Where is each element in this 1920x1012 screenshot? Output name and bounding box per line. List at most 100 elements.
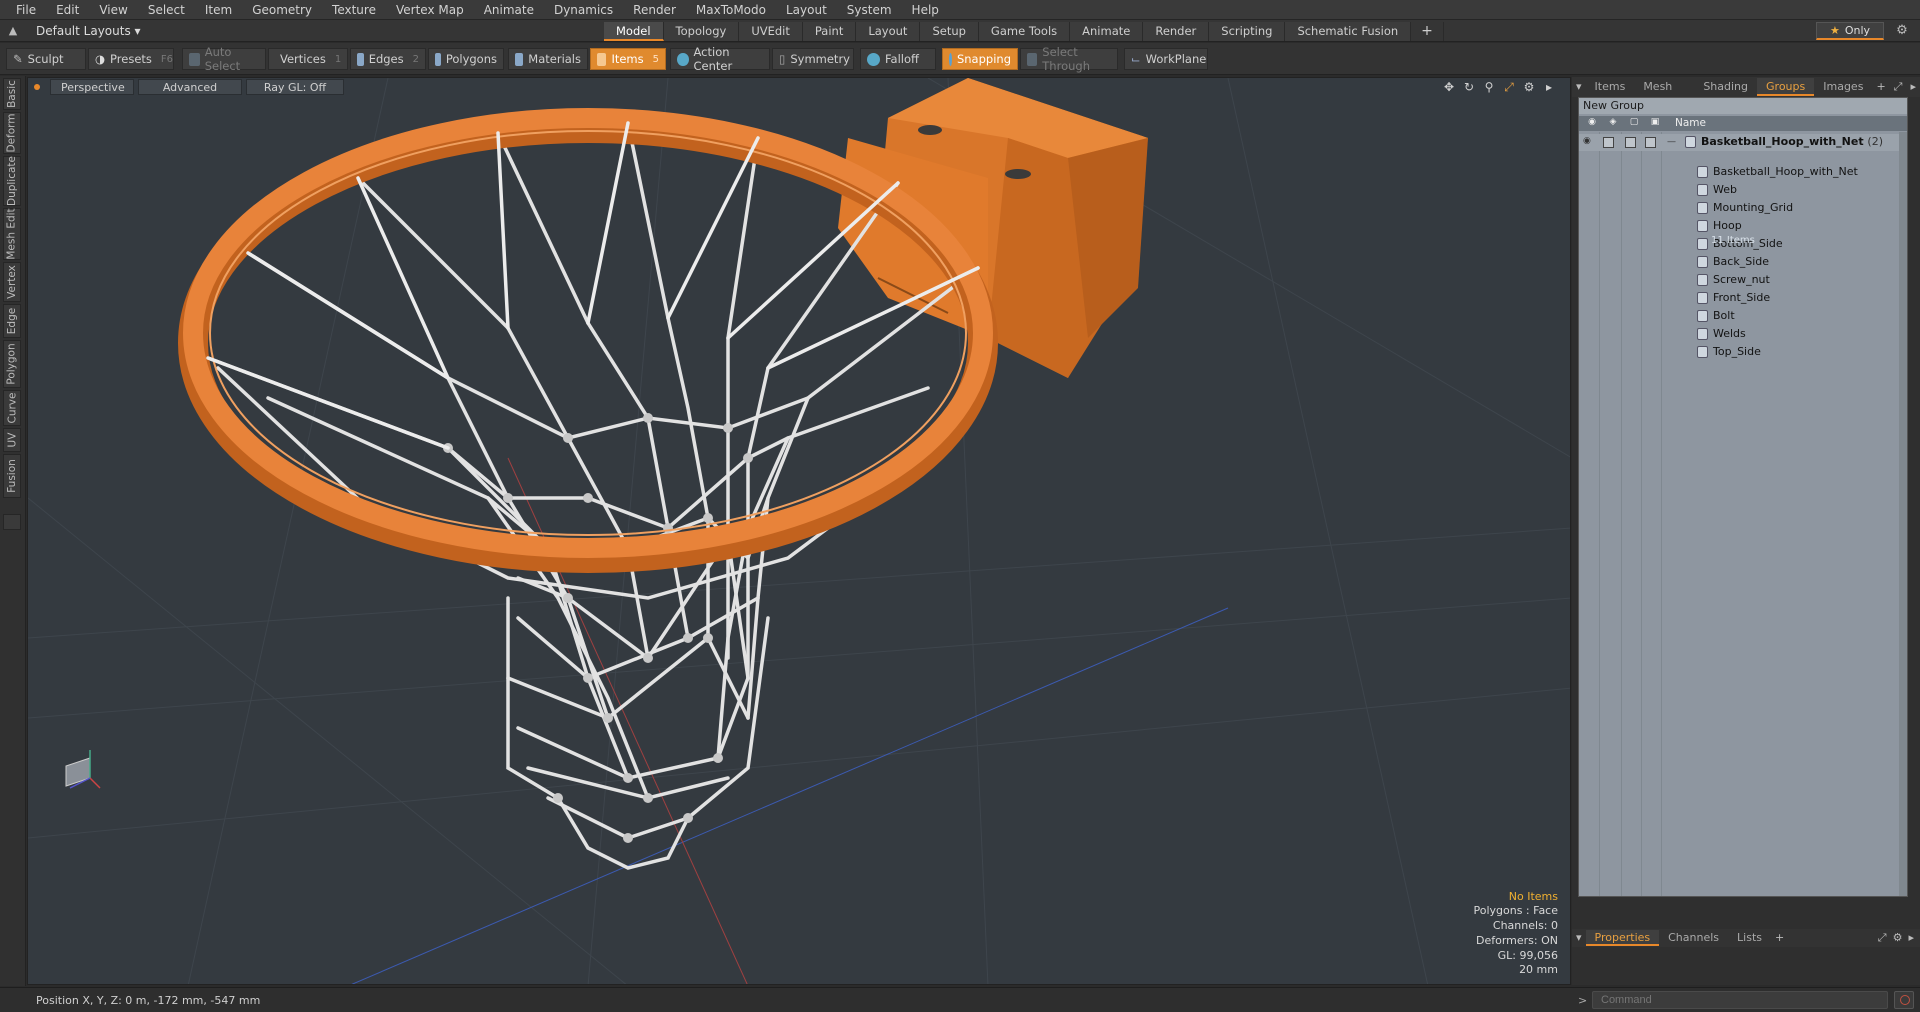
menu-edit[interactable]: Edit: [46, 0, 89, 20]
select-col-icon[interactable]: ▣: [1647, 117, 1663, 130]
menu-geometry[interactable]: Geometry: [242, 0, 322, 20]
bottom-arrow-icon[interactable]: ▸: [1908, 931, 1914, 945]
layout-tab-paint[interactable]: Paint: [802, 22, 857, 41]
materials-button[interactable]: Materials: [508, 48, 588, 70]
tree-item-top-side[interactable]: Top_Side: [1579, 344, 1907, 361]
viewport-menu-dot-icon[interactable]: [34, 84, 40, 90]
layout-tab-setup[interactable]: Setup: [920, 22, 979, 41]
layout-tab-animate[interactable]: Animate: [1070, 22, 1144, 41]
visibility-col-icon[interactable]: ◉: [1584, 117, 1600, 130]
bottom-add-tab[interactable]: +: [1771, 930, 1788, 946]
falloff-button[interactable]: Falloff: [860, 48, 936, 70]
tool-tab-extra[interactable]: [3, 514, 21, 530]
shading-mode-button[interactable]: Advanced: [138, 79, 242, 95]
layout-tab-game-tools[interactable]: Game Tools: [978, 22, 1071, 41]
menu-dynamics[interactable]: Dynamics: [544, 0, 623, 20]
sculpt-button[interactable]: ✎ Sculpt: [6, 48, 86, 70]
snapping-button[interactable]: Snapping: [942, 48, 1018, 70]
viewport-settings-icon[interactable]: ⚙: [1522, 80, 1536, 94]
menu-file[interactable]: File: [6, 0, 46, 20]
bottom-panel-menu-icon[interactable]: ▾: [1572, 930, 1586, 946]
bottom-tab-lists[interactable]: Lists: [1728, 930, 1771, 946]
panel-tab-mesh[interactable]: Mesh ...: [1634, 78, 1694, 111]
items-button[interactable]: Items 5: [590, 48, 666, 70]
tree-item-front-side[interactable]: Front_Side: [1579, 290, 1907, 307]
tree-scrollbar[interactable]: [1899, 132, 1907, 896]
bottom-settings-icon[interactable]: ⚙: [1893, 931, 1903, 945]
edges-button[interactable]: Edges 2: [350, 48, 426, 70]
tool-tab-uv[interactable]: UV: [3, 428, 21, 452]
panel-expand-icon[interactable]: ⤢: [1890, 78, 1907, 96]
panel-tab-items[interactable]: Items: [1586, 78, 1635, 96]
tool-tab-vertex[interactable]: Vertex: [3, 262, 21, 302]
menu-animate[interactable]: Animate: [474, 0, 544, 20]
layout-tab-uvedit[interactable]: UVEdit: [739, 22, 803, 41]
tree-item-basketball-hoop-with-net[interactable]: Basketball_Hoop_with_Net: [1579, 164, 1907, 181]
vertices-button[interactable]: Vertices 1: [268, 48, 348, 70]
panel-arrow-icon[interactable]: ▸: [1906, 78, 1920, 96]
tool-tab-polygon[interactable]: Polygon: [3, 340, 21, 388]
add-tab-icon[interactable]: +: [1872, 78, 1889, 96]
bottom-tab-channels[interactable]: Channels: [1659, 930, 1728, 946]
rotate-icon[interactable]: ↻: [1462, 80, 1476, 94]
menu-render[interactable]: Render: [623, 0, 686, 20]
pan-icon[interactable]: ✥: [1442, 80, 1456, 94]
layout-home-icon[interactable]: ▲: [4, 22, 22, 40]
command-history-icon[interactable]: [1894, 991, 1914, 1009]
tree-item-hoop[interactable]: Hoop: [1579, 218, 1907, 235]
menu-select[interactable]: Select: [138, 0, 195, 20]
tree-item-bolt[interactable]: Bolt: [1579, 308, 1907, 325]
settings-gear-icon[interactable]: ⚙: [1894, 23, 1910, 39]
maximize-icon[interactable]: ⤢: [1502, 80, 1516, 94]
menu-view[interactable]: View: [89, 0, 137, 20]
tool-tab-mesh-edit[interactable]: Mesh Edit: [3, 208, 21, 260]
layout-tab-layout[interactable]: Layout: [856, 22, 921, 41]
tree-root-row[interactable]: ◉ — Basketball_Hoop_with_Net (2): [1579, 134, 1907, 151]
visibility-eye-icon[interactable]: ◉: [1583, 136, 1595, 146]
new-group-button[interactable]: New Group: [1579, 98, 1907, 114]
panel-tab-shading[interactable]: Shading: [1694, 78, 1757, 96]
auto-select-button[interactable]: Auto Select: [182, 45, 266, 73]
panel-tab-images[interactable]: Images: [1814, 78, 1872, 96]
layout-tab-topology[interactable]: Topology: [663, 22, 740, 41]
symmetry-button[interactable]: ▯ Symmetry: [772, 48, 854, 70]
command-input[interactable]: [1592, 991, 1888, 1009]
tool-tab-duplicate[interactable]: Duplicate: [3, 156, 21, 206]
select-through-button[interactable]: Select Through: [1020, 45, 1118, 73]
add-layout-tab[interactable]: +: [1411, 22, 1444, 41]
zoom-icon[interactable]: ⚲: [1482, 80, 1496, 94]
tool-tab-edge[interactable]: Edge: [3, 304, 21, 338]
3d-viewport[interactable]: Perspective Advanced Ray GL: Off ✥ ↻ ⚲ ⤢…: [27, 77, 1571, 985]
tool-tab-fusion[interactable]: Fusion: [3, 454, 21, 498]
layout-tab-model[interactable]: Model: [604, 22, 664, 41]
tree-item-web[interactable]: Web: [1579, 182, 1907, 199]
menu-help[interactable]: Help: [902, 0, 949, 20]
presets-button[interactable]: ◑ Presets F6: [88, 48, 174, 70]
bottom-tab-properties[interactable]: Properties: [1585, 930, 1660, 946]
collapse-arrow-icon[interactable]: —: [1667, 137, 1676, 147]
layout-selector[interactable]: Default Layouts ▾: [36, 24, 141, 38]
view-mode-button[interactable]: Perspective: [50, 79, 134, 95]
select-toggle[interactable]: [1645, 137, 1656, 148]
layout-tab-scripting[interactable]: Scripting: [1209, 22, 1286, 41]
tree-item-back-side[interactable]: Back_Side: [1579, 254, 1907, 271]
layout-tab-schematic-fusion[interactable]: Schematic Fusion: [1285, 22, 1412, 41]
tree-item-mounting-grid[interactable]: Mounting_Grid: [1579, 200, 1907, 217]
lock-col-icon[interactable]: ▢: [1626, 117, 1642, 130]
viewport-expand-icon[interactable]: ▸: [1542, 80, 1556, 94]
tool-tab-deform[interactable]: Deform: [3, 112, 21, 154]
lock-toggle[interactable]: [1625, 137, 1636, 148]
polygons-button[interactable]: Polygons: [428, 48, 504, 70]
menu-item[interactable]: Item: [195, 0, 242, 20]
layout-tab-render[interactable]: Render: [1143, 22, 1210, 41]
workplane-button[interactable]: ⌙ WorkPlane: [1124, 48, 1208, 70]
menu-texture[interactable]: Texture: [322, 0, 386, 20]
action-center-button[interactable]: Action Center: [670, 45, 770, 73]
menu-system[interactable]: System: [837, 0, 902, 20]
panel-menu-icon[interactable]: ▾: [1572, 78, 1586, 96]
render-toggle[interactable]: [1603, 137, 1614, 148]
tree-item-welds[interactable]: Welds: [1579, 326, 1907, 343]
viewport-scene[interactable]: [28, 78, 1571, 985]
render-col-icon[interactable]: ◈: [1605, 117, 1621, 130]
only-button[interactable]: ★ Only: [1816, 22, 1884, 40]
